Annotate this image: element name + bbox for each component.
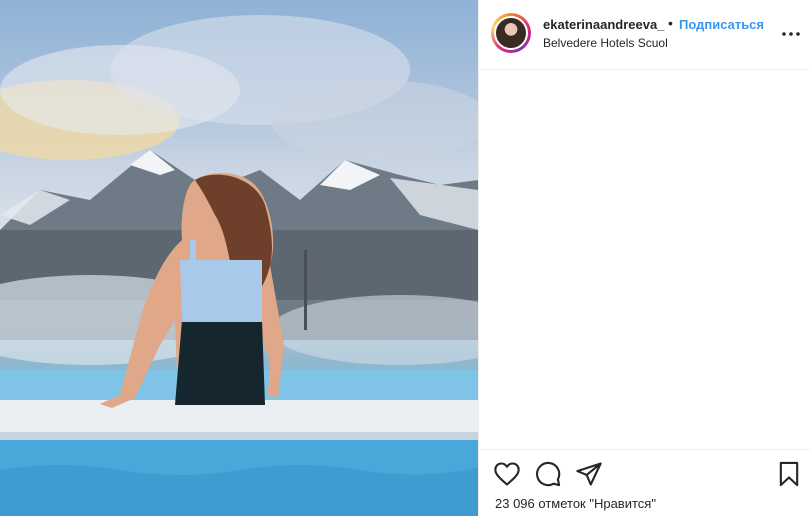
post-sidebar: ekaterinaandreeva_ • Подписаться Belvede… xyxy=(478,0,810,516)
post-actions: 23 096 отметок "Нравится" xyxy=(479,449,810,516)
profile-avatar[interactable] xyxy=(491,13,531,53)
share-icon[interactable] xyxy=(575,460,603,488)
separator-dot: • xyxy=(668,15,673,31)
post-header: ekaterinaandreeva_ • Подписаться Belvede… xyxy=(479,0,810,70)
heart-icon[interactable] xyxy=(493,460,521,488)
follow-button[interactable]: Подписаться xyxy=(679,17,764,32)
comment-icon[interactable] xyxy=(534,460,562,488)
username-link[interactable]: ekaterinaandreeva_ xyxy=(543,17,664,32)
avatar-image xyxy=(494,16,528,50)
photo-scene xyxy=(0,15,478,516)
post-photo[interactable] xyxy=(0,0,478,516)
location-link[interactable]: Belvedere Hotels Scuol xyxy=(543,36,668,50)
more-options-icon[interactable] xyxy=(779,22,803,46)
bookmark-icon[interactable] xyxy=(775,460,803,488)
likes-count[interactable]: 23 096 отметок "Нравится" xyxy=(495,496,656,511)
